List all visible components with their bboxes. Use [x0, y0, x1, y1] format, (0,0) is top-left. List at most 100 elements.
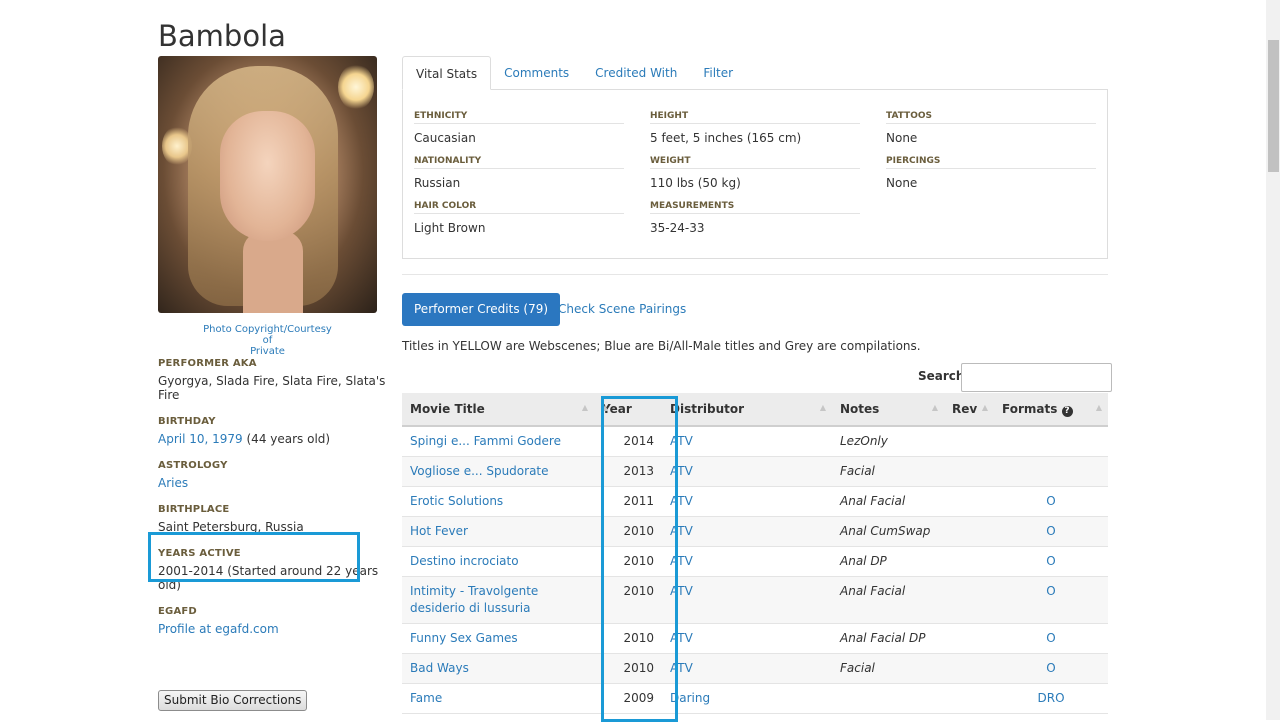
rev-cell: [944, 516, 994, 547]
year-cell: 2010: [594, 516, 662, 547]
performer-photo[interactable]: [158, 56, 377, 313]
col-notes[interactable]: Notes ▲: [832, 393, 944, 427]
table-row: Vogliose e... Spudorate 2013 ATV Facial: [402, 456, 1108, 487]
movie-title-link[interactable]: Bad Ways: [410, 661, 469, 675]
stat-measurements: MEASUREMENTS 35-24-33: [650, 201, 860, 235]
aka-label: PERFORMER AKA: [158, 358, 257, 369]
movie-title-link[interactable]: Erotic Solutions: [410, 494, 503, 508]
distributor-link[interactable]: ATV: [670, 524, 693, 538]
year-cell: 2010: [594, 653, 662, 684]
rev-cell: [944, 426, 994, 457]
rev-cell: [944, 456, 994, 487]
section-divider: [402, 274, 1108, 275]
birthday-link[interactable]: April 10, 1979: [158, 432, 243, 446]
notes-cell: Anal Facial: [832, 576, 944, 624]
notes-cell: Anal DP: [832, 546, 944, 577]
birthplace-label: BIRTHPLACE: [158, 504, 230, 515]
movie-title-link[interactable]: Fame: [410, 691, 442, 705]
year-cell: 2010: [594, 576, 662, 624]
formats-link[interactable]: O: [1046, 661, 1055, 675]
formats-link[interactable]: O: [1046, 524, 1055, 538]
distributor-link[interactable]: ATV: [670, 584, 693, 598]
notes-cell: Facial: [832, 456, 944, 487]
sort-arrows-icon: ▲: [1095, 403, 1102, 412]
distributor-link[interactable]: ATV: [670, 631, 693, 645]
table-row: Erotic Solutions 2011 ATV Anal Facial O: [402, 486, 1108, 517]
formats-link[interactable]: DRO: [1037, 691, 1064, 705]
notes-cell: Facial: [832, 653, 944, 684]
distributor-link[interactable]: ATV: [670, 464, 693, 478]
year-cell: 2011: [594, 486, 662, 517]
birthday-value: April 10, 1979 (44 years old): [158, 432, 388, 446]
year-cell: 2010: [594, 623, 662, 654]
photo-credit-line1[interactable]: Photo Copyright/Courtesy of: [203, 324, 332, 346]
distributor-link[interactable]: ATV: [670, 434, 693, 448]
movie-title-link[interactable]: Spingi e... Fammi Godere: [410, 434, 561, 448]
egafd-profile-link[interactable]: Profile at egafd.com: [158, 622, 279, 636]
formats-link[interactable]: O: [1046, 554, 1055, 568]
movie-title-link[interactable]: Funny Sex Games: [410, 631, 518, 645]
col-movie-title[interactable]: Movie Title ▲: [402, 393, 594, 427]
vital-stats-panel: ETHNICITY Caucasian NATIONALITY Russian …: [402, 89, 1108, 259]
formats-link[interactable]: O: [1046, 584, 1055, 598]
sort-arrows-icon: ▲: [931, 403, 938, 412]
rev-cell: [944, 546, 994, 577]
distributor-link[interactable]: ATV: [670, 554, 693, 568]
rev-cell: [944, 683, 994, 714]
table-header-row: Movie Title ▲ Year ▲ Distributor ▲ Notes ▲ R…: [402, 393, 1108, 427]
photo-credit-line2[interactable]: Private: [250, 346, 285, 357]
rev-cell: [944, 486, 994, 517]
sort-arrows-icon: ▲: [602, 403, 609, 412]
tab-vital-stats[interactable]: Vital Stats: [402, 56, 492, 90]
year-cell: 2014: [594, 426, 662, 457]
performer-credits-button[interactable]: Performer Credits (79): [402, 293, 561, 326]
table-row: Spingi e... Fammi Godere 2014 ATV LezOnl…: [402, 426, 1108, 457]
col-year[interactable]: Year ▲: [594, 393, 662, 427]
col-distributor[interactable]: Distributor ▲: [662, 393, 832, 427]
year-cell: 2009: [594, 683, 662, 714]
formats-link[interactable]: O: [1046, 494, 1055, 508]
stat-tattoos: TATTOOS None: [886, 111, 1096, 145]
rev-cell: [944, 576, 994, 624]
tab-comments[interactable]: Comments: [491, 56, 582, 90]
birthday-label: BIRTHDAY: [158, 416, 216, 427]
notes-cell: Anal Facial: [832, 486, 944, 517]
table-row: Destino incrociato 2010 ATV Anal DP O: [402, 546, 1108, 577]
page-title: Bambola: [158, 19, 286, 54]
photo-credit[interactable]: Photo Copyright/Courtesy of Private: [200, 324, 335, 357]
stat-height: HEIGHT 5 feet, 5 inches (165 cm): [650, 111, 860, 145]
distributor-link[interactable]: Daring: [670, 691, 710, 705]
astrology-link[interactable]: Aries: [158, 476, 188, 490]
birthday-age: (44 years old): [242, 432, 331, 446]
search-input[interactable]: [961, 363, 1112, 392]
year-cell: 2013: [594, 456, 662, 487]
tab-credited-with[interactable]: Credited With: [582, 56, 690, 90]
credits-table: Movie Title ▲ Year ▲ Distributor ▲ Notes ▲ R…: [402, 393, 1108, 714]
movie-title-link[interactable]: Hot Fever: [410, 524, 468, 538]
question-circle-icon[interactable]: ?: [1061, 405, 1073, 417]
movie-title-link[interactable]: Intimity - Travolgente desiderio di luss…: [410, 584, 538, 615]
profile-tabs: Vital Stats Comments Credited With Filte…: [402, 56, 746, 90]
years-active-highlight: [148, 532, 360, 582]
movie-title-link[interactable]: Destino incrociato: [410, 554, 519, 568]
credits-legend-text: Titles in YELLOW are Webscenes; Blue are…: [402, 339, 921, 353]
scrollbar-thumb[interactable]: [1268, 40, 1279, 172]
year-cell: 2010: [594, 546, 662, 577]
aka-value: Gyorgya, Slada Fire, Slata Fire, Slata's…: [158, 374, 386, 402]
sort-arrows-icon: ▲: [981, 403, 988, 412]
stat-hair-color: HAIR COLOR Light Brown: [414, 201, 624, 235]
stat-weight: WEIGHT 110 lbs (50 kg): [650, 156, 860, 190]
stat-nationality: NATIONALITY Russian: [414, 156, 624, 190]
distributor-link[interactable]: ATV: [670, 661, 693, 675]
formats-link[interactable]: O: [1046, 631, 1055, 645]
col-rev[interactable]: Rev ▲: [944, 393, 994, 427]
notes-cell: LezOnly: [832, 426, 944, 457]
distributor-link[interactable]: ATV: [670, 494, 693, 508]
tab-filter[interactable]: Filter: [690, 56, 746, 90]
sort-arrows-icon: ▲: [581, 403, 588, 412]
egafd-label: EGAFD: [158, 606, 197, 617]
col-formats[interactable]: Formats ? ▲: [994, 393, 1108, 427]
check-scene-pairings-link[interactable]: Check Scene Pairings: [558, 302, 686, 316]
movie-title-link[interactable]: Vogliose e... Spudorate: [410, 464, 549, 478]
submit-bio-corrections-button[interactable]: Submit Bio Corrections: [158, 690, 308, 711]
